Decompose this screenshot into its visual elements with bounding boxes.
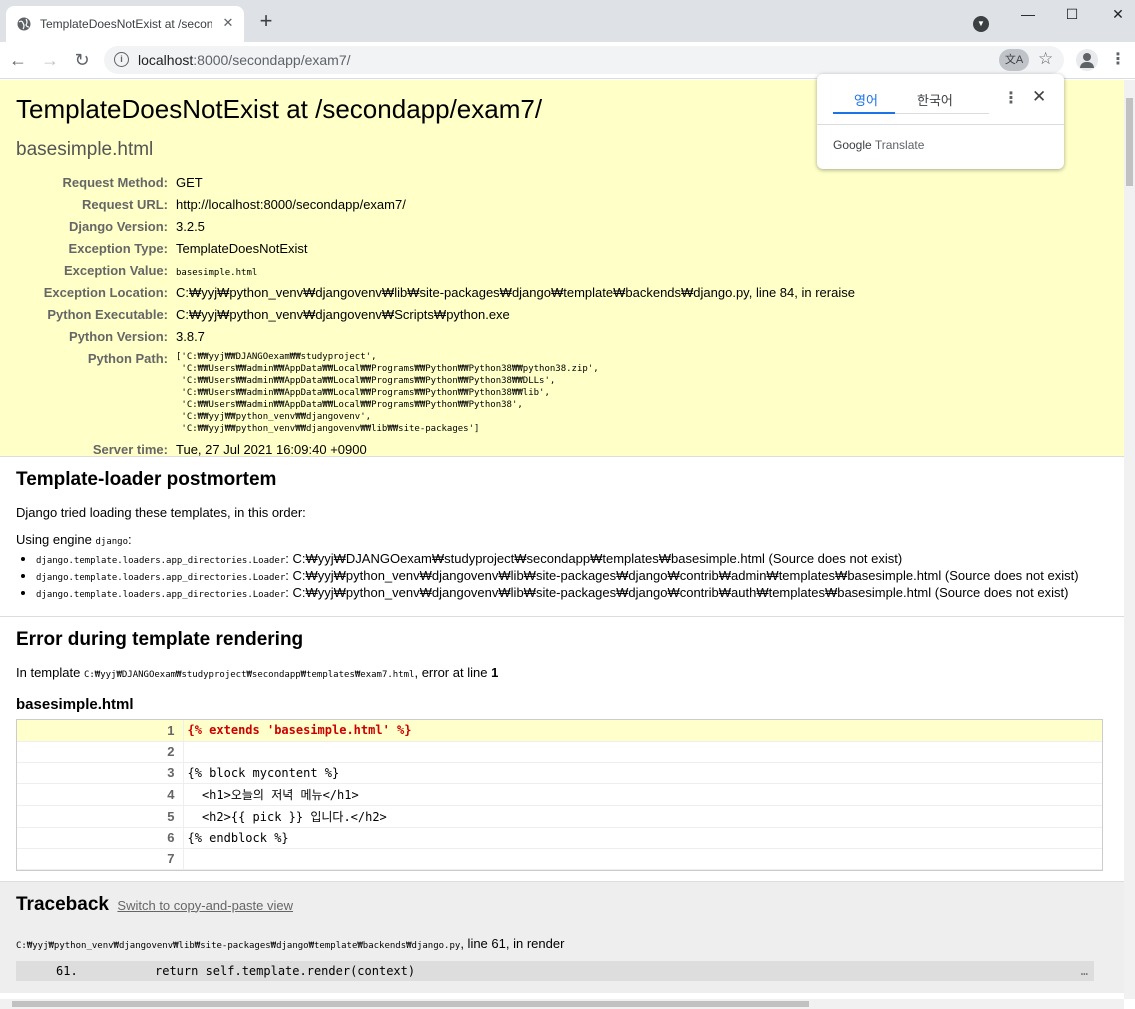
options-menu-icon[interactable]: ⋮ <box>1003 88 1019 108</box>
frame-context-line[interactable]: 61. return self.template.render(context)… <box>16 960 1094 981</box>
source-context: 1 {% extends 'basesimple.html' %} 2 3 {% b… <box>16 719 1103 871</box>
vertical-scroll-thumb[interactable] <box>1126 98 1133 186</box>
source-line: 3 {% block mycontent %} <box>17 762 1102 783</box>
list-item: django.template.loaders.app_directories.… <box>36 568 1108 583</box>
list-item: django.template.loaders.app_directories.… <box>36 551 1108 566</box>
traceback-heading: Traceback <box>16 893 109 915</box>
meta-row: Python Executable: C:₩yyj₩python_venv₩dja… <box>47 307 510 322</box>
minimize-button[interactable]: — <box>1014 4 1042 24</box>
loader-list: django.template.loaders.app_directories.… <box>16 551 1108 600</box>
render-error-section: Error during template rendering In templ… <box>0 617 1124 882</box>
maximize-button[interactable]: ☐ <box>1058 4 1086 24</box>
request-meta-table: Request Method: GET Request URL: http://lo… <box>16 173 855 462</box>
meta-row: Exception Value: basesimple.html <box>63 263 258 278</box>
new-tab-button[interactable]: + <box>254 10 278 34</box>
meta-row: Python Path: ['C:₩₩yyj₩₩DJANGOexam₩₩study… <box>16 349 855 440</box>
template-location: In template C:₩yyj₩DJANGOexam₩studyproje… <box>16 665 499 680</box>
frame-location: C:₩yyj₩python_venv₩djangovenv₩lib₩site-p… <box>16 935 565 951</box>
source-line: 1 {% extends 'basesimple.html' %} <box>17 720 1102 741</box>
meta-row: Exception Location: C:₩yyj₩python_venv₩dj… <box>43 285 855 300</box>
vertical-scrollbar[interactable] <box>1124 80 1135 999</box>
engine-line: Using engine django: <box>16 532 132 547</box>
meta-row: Python Version: 3.8.7 <box>69 329 205 344</box>
translate-popup: 영어 한국어 ⋮ ✕ Google Translate <box>817 74 1064 169</box>
meta-row: Exception Type: TemplateDoesNotExist <box>68 241 308 256</box>
tab-strip: TemplateDoesNotExist at /secondapp/exam7… <box>0 0 1135 42</box>
close-icon[interactable]: ✕ <box>1032 87 1046 107</box>
site-info-icon[interactable]: i <box>114 52 129 67</box>
bookmark-star-icon[interactable]: ☆ <box>1038 49 1053 69</box>
list-item: django.template.loaders.app_directories.… <box>36 585 1108 600</box>
browser-menu-icon[interactable]: ⋮ <box>1110 48 1126 72</box>
translate-icon[interactable]: 文A <box>999 49 1029 71</box>
globe-icon <box>17 17 31 31</box>
switch-view-link[interactable]: Switch to copy-and-paste view <box>117 898 293 913</box>
meta-row: Request URL: http://localhost:8000/second… <box>82 197 406 212</box>
template-postmortem-section: Template-loader postmortem Django tried … <box>0 457 1124 617</box>
source-line: 6 {% endblock %} <box>17 827 1102 848</box>
source-file-title: basesimple.html <box>16 696 134 713</box>
close-window-button[interactable]: ✕ <box>1104 4 1132 24</box>
traceback-section: Traceback Switch to copy-and-paste view … <box>0 881 1124 993</box>
expand-context-icon[interactable]: … <box>1081 961 1088 981</box>
profile-dropdown-icon[interactable]: ▼ <box>973 16 989 32</box>
source-line: 7 <box>17 848 1102 869</box>
postmortem-heading: Template-loader postmortem <box>16 469 277 490</box>
back-arrow-icon[interactable]: ← <box>6 48 30 72</box>
reload-icon[interactable]: ↻ <box>70 48 94 72</box>
source-line: 4 <h1>오늘의 저녁 메뉴</h1> <box>17 783 1102 805</box>
google-translate-brand: Google Translate <box>833 138 925 152</box>
tab-title: TemplateDoesNotExist at /secondapp/exam7… <box>40 17 212 31</box>
source-line: 2 <box>17 741 1102 762</box>
target-language-tab[interactable]: 한국어 <box>917 90 953 109</box>
horizontal-scroll-thumb[interactable] <box>12 1001 809 1007</box>
source-line: 5 <h2>{{ pick }} 입니다.</h2> <box>17 805 1102 827</box>
tab-close-icon[interactable]: ✕ <box>219 14 237 32</box>
postmortem-intro: Django tried loading these templates, in… <box>16 505 306 520</box>
url-text[interactable]: localhost:8000/secondapp/exam7/ <box>138 52 351 68</box>
horizontal-scrollbar[interactable] <box>0 999 1124 1009</box>
profile-avatar-icon[interactable] <box>1076 49 1098 71</box>
page-viewport: TemplateDoesNotExist at /secondapp/exam7… <box>0 80 1124 999</box>
browser-tab[interactable]: TemplateDoesNotExist at /secondapp/exam7… <box>6 6 244 42</box>
forward-arrow-icon[interactable]: → <box>38 48 62 72</box>
render-error-heading: Error during template rendering <box>16 629 304 650</box>
active-tab-indicator <box>833 112 895 114</box>
meta-row: Django Version: 3.2.5 <box>69 219 205 234</box>
python-path-value: ['C:₩₩yyj₩₩DJANGOexam₩₩studyproject', 'C… <box>176 352 599 434</box>
address-bar[interactable]: i localhost:8000/secondapp/exam7/ 文A ☆ <box>104 46 1064 74</box>
source-language-tab[interactable]: 영어 <box>854 90 878 109</box>
meta-row: Request Method: GET <box>62 175 203 190</box>
